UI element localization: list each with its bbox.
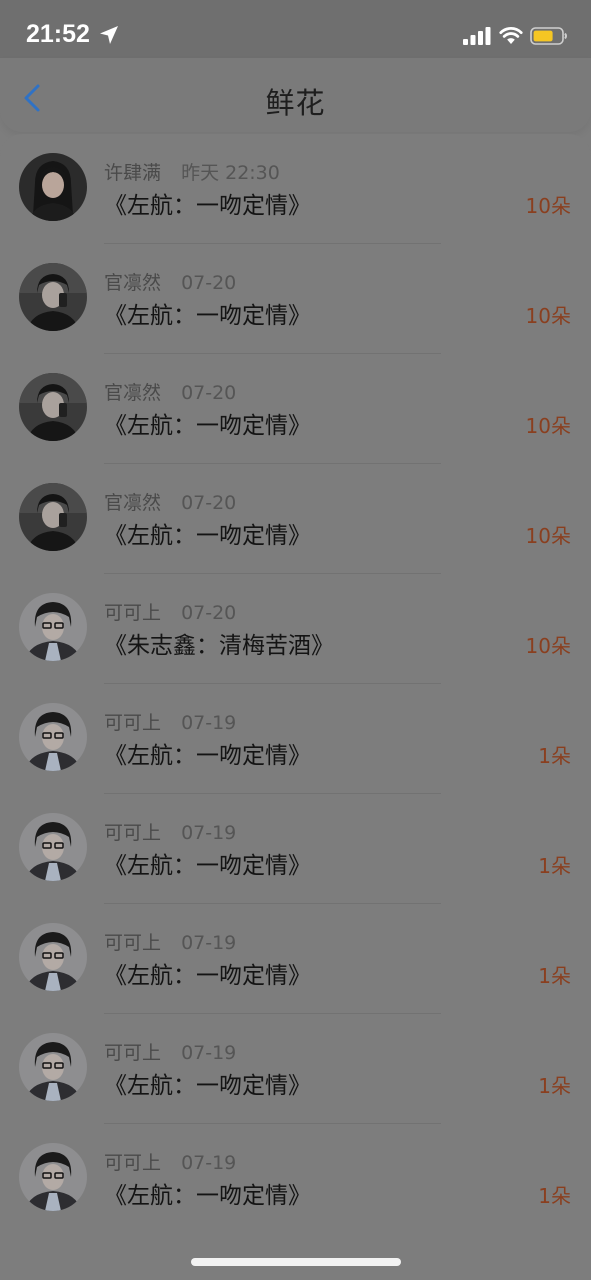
work-title: 《左航：一吻定情》 bbox=[104, 523, 311, 549]
flower-record-list: 许肆满 昨天 22:30 《左航：一吻定情》 10朵 官凛然 07-20 《左航… bbox=[0, 134, 591, 1236]
list-item[interactable]: 可可上 07-19 《左航：一吻定情》 1朵 bbox=[0, 1014, 591, 1124]
send-time: 07-20 bbox=[181, 382, 237, 404]
row-meta: 官凛然 07-20 bbox=[104, 268, 236, 295]
row-meta: 官凛然 07-20 bbox=[104, 378, 236, 405]
location-arrow-icon bbox=[100, 26, 118, 44]
send-time: 07-19 bbox=[181, 1152, 237, 1174]
battery-icon bbox=[530, 27, 567, 45]
sender-name: 许肆满 bbox=[104, 162, 162, 184]
work-title: 《左航：一吻定情》 bbox=[104, 743, 311, 769]
user-avatar[interactable] bbox=[19, 263, 87, 331]
signal-icon bbox=[463, 27, 491, 45]
sender-name: 官凛然 bbox=[104, 382, 162, 404]
user-avatar-3 bbox=[19, 703, 87, 771]
flower-count: 10朵 bbox=[525, 524, 571, 548]
sender-name: 可可上 bbox=[104, 822, 162, 844]
sender-name: 可可上 bbox=[104, 1042, 162, 1064]
sender-name: 可可上 bbox=[104, 932, 162, 954]
work-title: 《左航：一吻定情》 bbox=[104, 853, 311, 879]
user-avatar[interactable] bbox=[19, 483, 87, 551]
user-avatar-3 bbox=[19, 1033, 87, 1101]
sender-name: 可可上 bbox=[104, 712, 162, 734]
work-title: 《左航：一吻定情》 bbox=[104, 1073, 311, 1099]
user-avatar-2 bbox=[19, 483, 87, 551]
user-avatar[interactable] bbox=[19, 593, 87, 661]
send-time: 07-20 bbox=[181, 492, 237, 514]
work-title: 《左航：一吻定情》 bbox=[104, 413, 311, 439]
user-avatar-3 bbox=[19, 593, 87, 661]
user-avatar-2 bbox=[19, 263, 87, 331]
sender-name: 可可上 bbox=[104, 1152, 162, 1174]
user-avatar[interactable] bbox=[19, 923, 87, 991]
user-avatar-1 bbox=[19, 153, 87, 221]
send-time: 07-19 bbox=[181, 822, 237, 844]
flower-count: 1朵 bbox=[538, 854, 571, 878]
wifi-icon bbox=[499, 27, 523, 44]
row-meta: 可可上 07-19 bbox=[104, 708, 236, 735]
flower-count: 1朵 bbox=[538, 1184, 571, 1208]
work-title: 《左航：一吻定情》 bbox=[104, 193, 311, 219]
list-item[interactable]: 官凛然 07-20 《左航：一吻定情》 10朵 bbox=[0, 464, 591, 574]
send-time: 07-20 bbox=[181, 272, 237, 294]
list-item[interactable]: 官凛然 07-20 《左航：一吻定情》 10朵 bbox=[0, 354, 591, 464]
row-meta: 许肆满 昨天 22:30 bbox=[104, 158, 280, 185]
user-avatar-2 bbox=[19, 373, 87, 441]
sender-name: 可可上 bbox=[104, 602, 162, 624]
list-item[interactable]: 官凛然 07-20 《左航：一吻定情》 10朵 bbox=[0, 244, 591, 354]
send-time: 07-19 bbox=[181, 932, 237, 954]
list-item[interactable]: 许肆满 昨天 22:30 《左航：一吻定情》 10朵 bbox=[0, 134, 591, 244]
status-time: 21:52 bbox=[26, 20, 90, 48]
user-avatar[interactable] bbox=[19, 1143, 87, 1211]
row-meta: 可可上 07-19 bbox=[104, 1148, 236, 1175]
send-time: 07-19 bbox=[181, 1042, 237, 1064]
user-avatar-3 bbox=[19, 923, 87, 991]
user-avatar[interactable] bbox=[19, 813, 87, 881]
work-title: 《左航：一吻定情》 bbox=[104, 303, 311, 329]
flower-count: 1朵 bbox=[538, 1074, 571, 1098]
page-title: 鲜花 bbox=[265, 86, 326, 120]
user-avatar[interactable] bbox=[19, 373, 87, 441]
work-title: 《左航：一吻定情》 bbox=[104, 1183, 311, 1209]
home-indicator[interactable] bbox=[191, 1258, 401, 1266]
flower-count: 10朵 bbox=[525, 304, 571, 328]
send-time: 昨天 22:30 bbox=[181, 162, 280, 184]
list-item[interactable]: 可可上 07-19 《左航：一吻定情》 1朵 bbox=[0, 794, 591, 904]
row-meta: 可可上 07-19 bbox=[104, 818, 236, 845]
row-meta: 官凛然 07-20 bbox=[104, 488, 236, 515]
work-title: 《朱志鑫：清梅苦酒》 bbox=[104, 633, 334, 659]
flower-count: 1朵 bbox=[538, 744, 571, 768]
send-time: 07-19 bbox=[181, 712, 237, 734]
send-time: 07-20 bbox=[181, 602, 237, 624]
flower-count: 10朵 bbox=[525, 194, 571, 218]
nav-bar: 鲜花 bbox=[0, 58, 591, 132]
sender-name: 官凛然 bbox=[104, 272, 162, 294]
sender-name: 官凛然 bbox=[104, 492, 162, 514]
user-avatar-3 bbox=[19, 1143, 87, 1211]
row-meta: 可可上 07-19 bbox=[104, 1038, 236, 1065]
list-item[interactable]: 可可上 07-19 《左航：一吻定情》 1朵 bbox=[0, 904, 591, 1014]
user-avatar[interactable] bbox=[19, 703, 87, 771]
flower-count: 10朵 bbox=[525, 634, 571, 658]
user-avatar-3 bbox=[19, 813, 87, 881]
list-item[interactable]: 可可上 07-19 《左航：一吻定情》 1朵 bbox=[0, 1124, 591, 1234]
user-avatar[interactable] bbox=[19, 1033, 87, 1101]
row-meta: 可可上 07-19 bbox=[104, 928, 236, 955]
list-item[interactable]: 可可上 07-19 《左航：一吻定情》 1朵 bbox=[0, 684, 591, 794]
flower-count: 1朵 bbox=[538, 964, 571, 988]
list-item[interactable]: 可可上 07-20 《朱志鑫：清梅苦酒》 10朵 bbox=[0, 574, 591, 684]
status-bar: 21:52 bbox=[0, 0, 591, 58]
flower-count: 10朵 bbox=[525, 414, 571, 438]
row-meta: 可可上 07-20 bbox=[104, 598, 236, 625]
work-title: 《左航：一吻定情》 bbox=[104, 963, 311, 989]
user-avatar[interactable] bbox=[19, 153, 87, 221]
